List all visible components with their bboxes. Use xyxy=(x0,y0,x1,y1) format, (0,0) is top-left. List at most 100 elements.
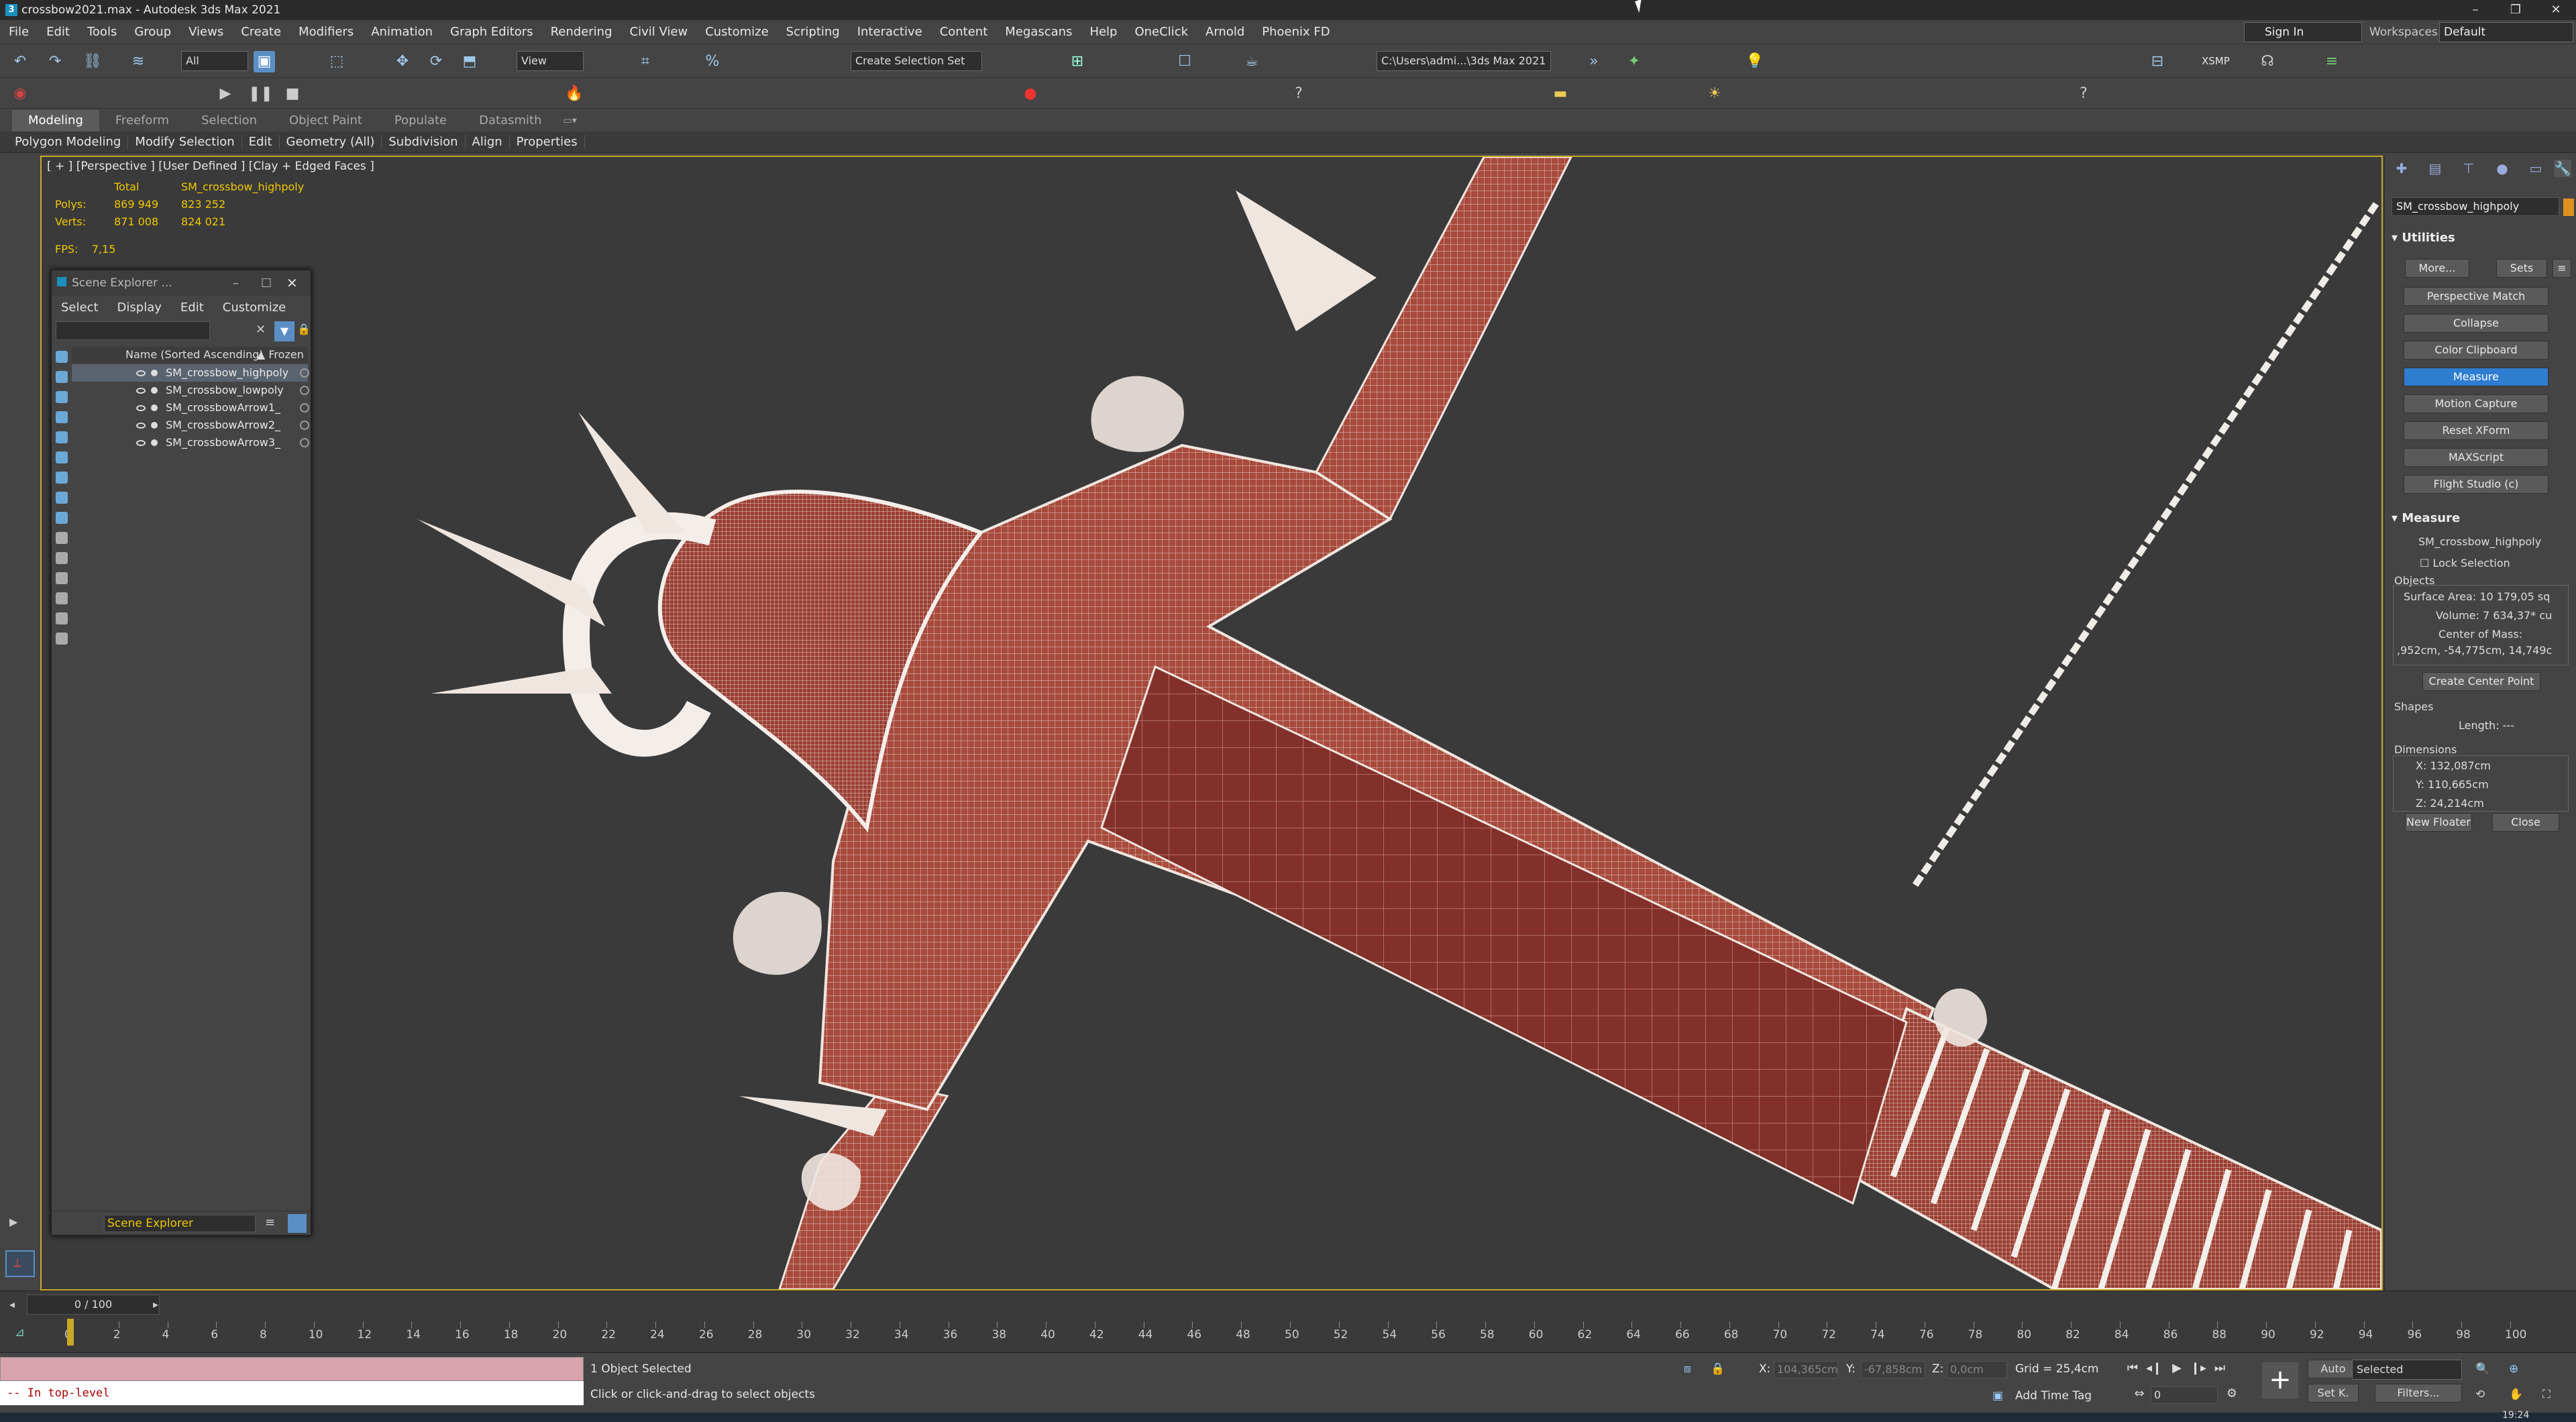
goto-start-icon[interactable]: ⏮ xyxy=(2124,1360,2141,1377)
eye-icon[interactable] xyxy=(136,440,146,446)
time-prev-icon[interactable]: ◂ xyxy=(9,1298,15,1311)
minimize-button[interactable]: – xyxy=(2455,0,2496,20)
measure-rollout-title[interactable]: ▾ Measure xyxy=(2392,511,2460,525)
new-floater-button[interactable]: New Floater xyxy=(2405,813,2472,832)
se-menu-edit[interactable]: Edit xyxy=(180,300,204,315)
pan-icon[interactable]: ✋ xyxy=(2509,1388,2523,1401)
collapse-button[interactable]: Collapse xyxy=(2404,314,2548,333)
object-color-swatch[interactable] xyxy=(2563,199,2574,216)
maxscript-listener[interactable] xyxy=(0,1357,584,1381)
current-frame-field[interactable]: 0 xyxy=(2151,1386,2218,1404)
percent-snap-icon[interactable]: % xyxy=(702,51,723,72)
ribbon-options-icon[interactable]: ▭▾ xyxy=(558,110,582,131)
eye-icon[interactable] xyxy=(136,405,146,411)
se-name-column[interactable]: Name (Sorted Ascending) xyxy=(125,348,264,361)
freeze-icon[interactable] xyxy=(300,386,309,395)
move-icon[interactable]: ✥ xyxy=(392,51,413,72)
menu-animation[interactable]: Animation xyxy=(362,25,441,39)
undo-icon[interactable]: ↶ xyxy=(9,51,31,72)
time-slider-value[interactable]: 0 / 100 xyxy=(27,1295,160,1315)
time-tag-icon[interactable]: ▣ xyxy=(1992,1389,2003,1403)
se-lock-icon[interactable]: 🔒 xyxy=(297,323,311,335)
utilities-rollout-title[interactable]: ▾ Utilities xyxy=(2392,231,2455,245)
se-cameras-icon[interactable] xyxy=(56,411,68,423)
scene-explorer-titlebar[interactable]: Scene Explorer ... – ☐ ✕ xyxy=(52,270,311,296)
menu-graph-editors[interactable]: Graph Editors xyxy=(441,25,542,39)
menu-content[interactable]: Content xyxy=(931,25,997,39)
sets-button[interactable]: Sets xyxy=(2496,259,2547,278)
record-icon[interactable]: ● xyxy=(1020,83,1041,105)
set-key-button[interactable]: Set K. xyxy=(2308,1384,2359,1403)
isolate-icon[interactable]: ⧈ xyxy=(1684,1362,1691,1376)
se-spacewarps-icon[interactable] xyxy=(56,451,68,463)
help-icon[interactable]: ? xyxy=(1288,83,1309,105)
create-center-point-button[interactable]: Create Center Point xyxy=(2422,672,2540,691)
perspective-match-button[interactable]: Perspective Match xyxy=(2404,287,2548,306)
se-geometry-icon[interactable] xyxy=(56,351,68,363)
panel-edit[interactable]: Edit xyxy=(242,135,280,149)
se-groups-icon[interactable] xyxy=(56,472,68,484)
menu-rendering[interactable]: Rendering xyxy=(542,25,621,39)
menu-civil-view[interactable]: Civil View xyxy=(621,25,697,39)
se-lights-icon[interactable] xyxy=(56,391,68,403)
se-hierarchy-icon[interactable] xyxy=(288,1214,307,1233)
menu-modifiers[interactable]: Modifiers xyxy=(290,25,362,39)
key-filter-icon[interactable]: ⊿ xyxy=(15,1325,25,1339)
plugin-icon[interactable]: ✦ xyxy=(1623,51,1645,72)
se-invert-icon[interactable] xyxy=(56,633,68,645)
se-filter-icon[interactable]: ▼ xyxy=(274,321,294,341)
more-toolbar-icon[interactable]: » xyxy=(1583,51,1605,72)
color-clipboard-button[interactable]: Color Clipboard xyxy=(2404,341,2548,360)
snap-icon[interactable]: ⌗ xyxy=(635,51,656,72)
se-row-3[interactable]: SM_crossbowArrow2_ xyxy=(72,417,309,434)
render-icon[interactable] xyxy=(151,387,158,394)
box-icon[interactable]: ▬ xyxy=(1550,83,1571,105)
select-object-icon[interactable]: ▣ xyxy=(254,51,275,72)
se-none-icon[interactable] xyxy=(56,612,68,624)
render-icon[interactable] xyxy=(151,404,158,411)
create-tab-icon[interactable]: ✚ xyxy=(2393,160,2410,177)
menu-edit[interactable]: Edit xyxy=(38,25,78,39)
panel-align[interactable]: Align xyxy=(466,135,510,149)
panel-polygon-modeling[interactable]: Polygon Modeling xyxy=(8,135,129,149)
menu-arnold[interactable]: Arnold xyxy=(1197,25,1253,39)
expand-icon[interactable]: ▶ xyxy=(9,1215,17,1228)
stop-icon[interactable]: ■ xyxy=(282,83,303,105)
render-icon[interactable] xyxy=(151,439,158,446)
se-helpers-icon[interactable] xyxy=(56,431,68,443)
viewport-label[interactable]: [ + ] [Perspective ] [User Defined ] [Cl… xyxy=(47,160,374,173)
play-animation-icon[interactable]: ▶ xyxy=(2168,1360,2186,1377)
se-row-2[interactable]: SM_crossbowArrow1_ xyxy=(72,399,309,417)
object-name-field[interactable]: SM_crossbow_highpoly xyxy=(2392,197,2559,216)
menu-file[interactable]: File xyxy=(0,25,38,39)
time-config-icon[interactable]: ⚙ xyxy=(2223,1385,2241,1403)
maximize-button[interactable]: ❐ xyxy=(2496,0,2536,20)
named-selection-dropdown[interactable]: Create Selection Set xyxy=(851,51,982,71)
play-icon[interactable]: ▶ xyxy=(215,83,236,105)
zoom-all-icon[interactable]: ⊕ xyxy=(2509,1362,2518,1376)
layout-icon[interactable]: ⊟ xyxy=(2147,51,2168,72)
render-icon[interactable] xyxy=(151,370,158,376)
render-icon[interactable] xyxy=(151,422,158,429)
sun-icon[interactable]: ☀ xyxy=(1704,83,1725,105)
close-button[interactable]: ✕ xyxy=(2536,0,2576,20)
se-row-1[interactable]: SM_crossbow_lowpoly xyxy=(72,382,309,399)
maxscript-button[interactable]: MAXScript xyxy=(2404,448,2548,467)
se-clear-icon[interactable]: ✕ xyxy=(256,323,266,337)
menu-scripting[interactable]: Scripting xyxy=(777,25,849,39)
key-set-dropdown[interactable]: Selected xyxy=(2352,1360,2462,1380)
se-maximize-icon[interactable]: ☐ xyxy=(261,276,272,290)
add-time-tag[interactable]: Add Time Tag xyxy=(2015,1389,2092,1403)
flight-studio-button[interactable]: Flight Studio (c) xyxy=(2404,475,2548,494)
track-bar[interactable]: ⊿ 02468101214161820222426283032343638404… xyxy=(0,1319,2576,1352)
time-slider[interactable]: ◂ 0 / 100 ▸ xyxy=(0,1291,2576,1319)
se-explorer-dropdown[interactable]: Scene Explorer xyxy=(104,1215,256,1232)
orbit-icon[interactable]: ⟲ xyxy=(2475,1388,2485,1401)
se-menu-display[interactable]: Display xyxy=(117,300,162,315)
key-mode-icon[interactable]: ⇔ xyxy=(2131,1385,2148,1403)
se-close-icon[interactable]: ✕ xyxy=(286,275,298,291)
selection-filter-dropdown[interactable]: All xyxy=(181,51,248,71)
shader-icon[interactable]: ◉ xyxy=(9,83,31,105)
more-button[interactable]: More... xyxy=(2405,259,2469,278)
freeze-icon[interactable] xyxy=(300,438,309,447)
